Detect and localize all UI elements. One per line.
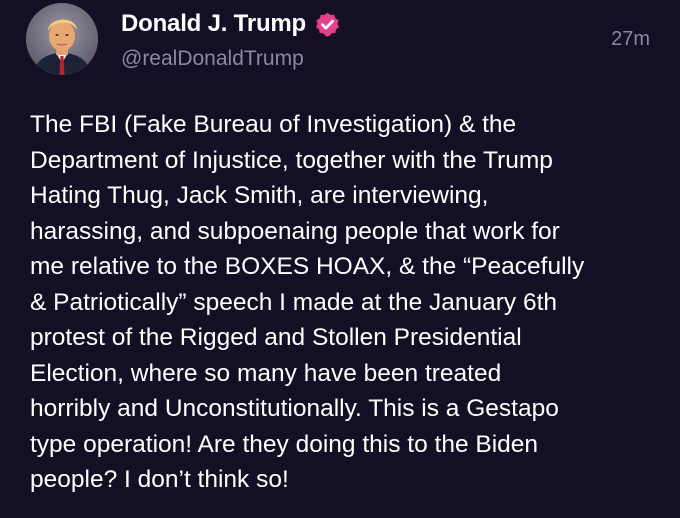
avatar-image xyxy=(26,3,98,75)
post-card: Donald J. Trump @realDonaldTrump 27m The… xyxy=(0,0,680,518)
post-timestamp[interactable]: 27m xyxy=(611,27,650,51)
author-name-row: Donald J. Trump xyxy=(121,10,341,38)
post-text: The FBI (Fake Bureau of Investigation) &… xyxy=(30,111,585,493)
author-handle[interactable]: @realDonaldTrump xyxy=(121,46,304,72)
author-display-name[interactable]: Donald J. Trump xyxy=(121,10,306,38)
avatar[interactable] xyxy=(26,3,98,75)
verified-badge-icon xyxy=(314,11,341,38)
